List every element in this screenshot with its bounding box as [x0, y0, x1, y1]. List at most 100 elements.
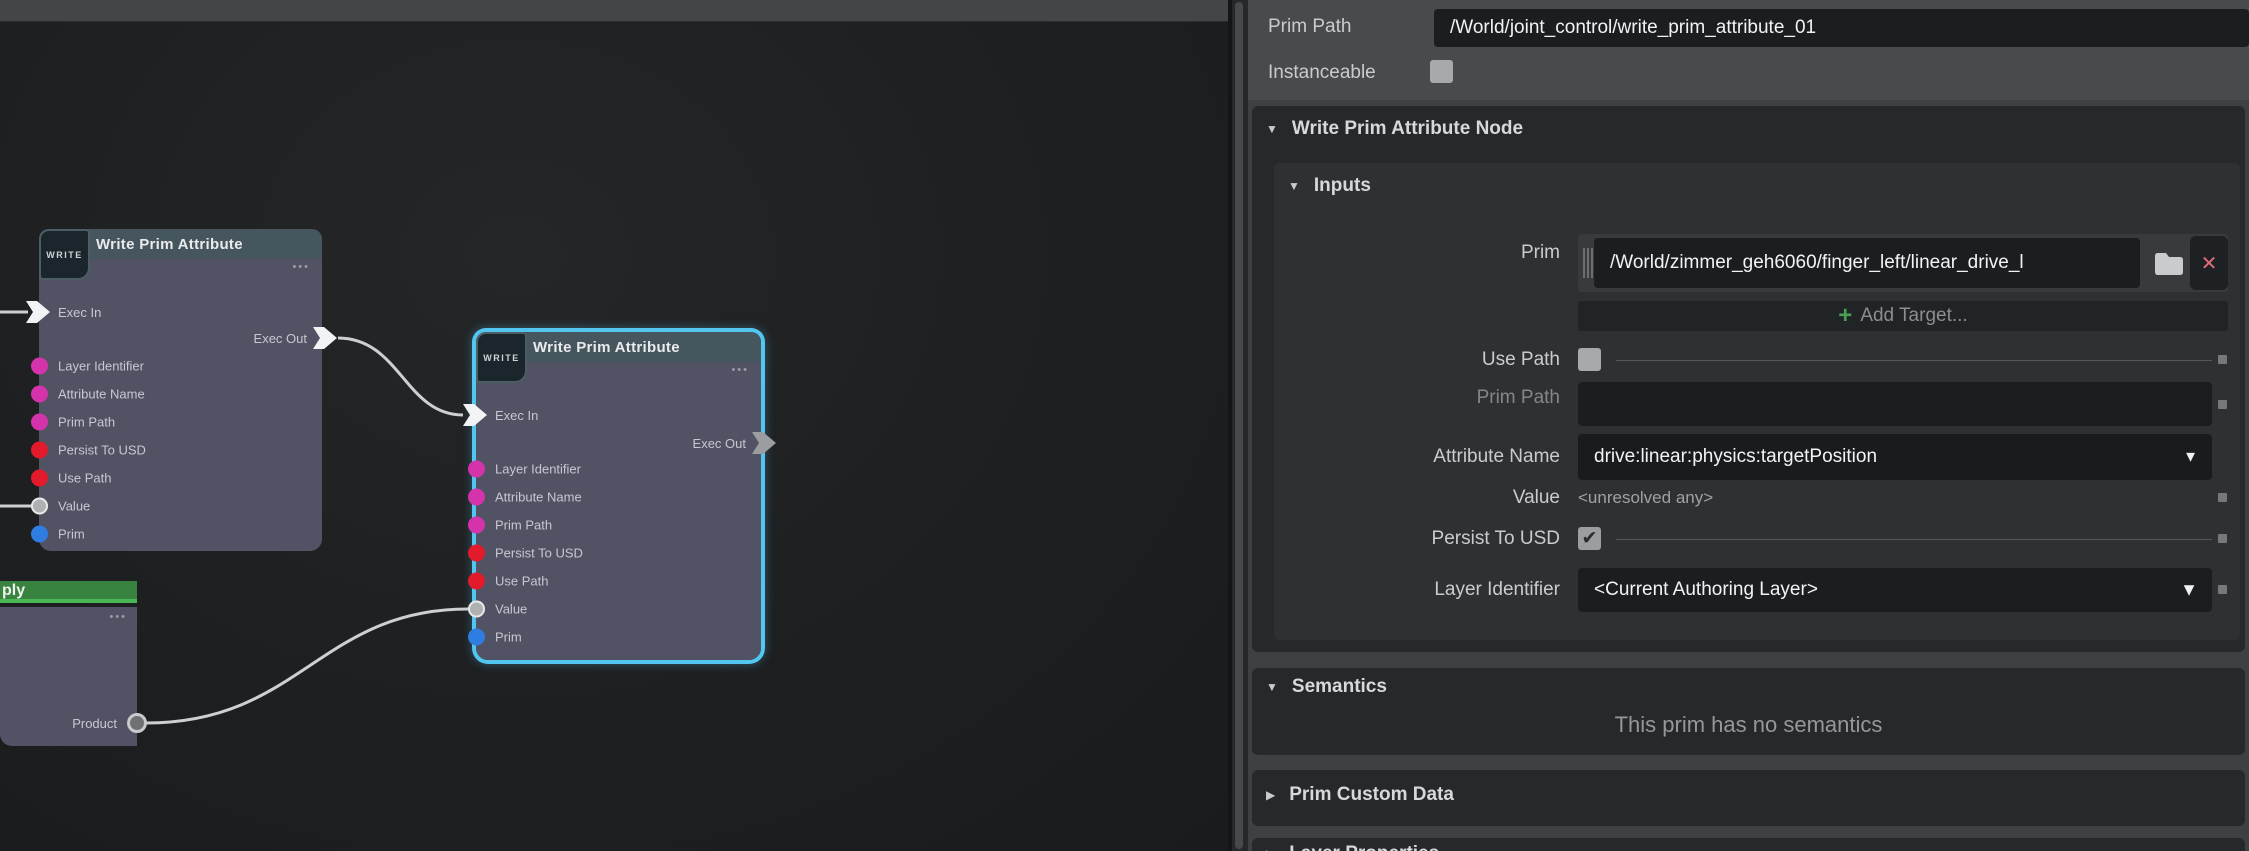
exec-arrow-icon	[313, 327, 339, 349]
check-icon: ✔	[1582, 529, 1598, 548]
collapse-arrow-icon[interactable]: ▼	[1288, 179, 1300, 193]
properties-panel: Prim Path /World/joint_control/write_pri…	[1248, 0, 2249, 851]
port-persist-to-usd[interactable]: Persist To USD	[468, 545, 583, 562]
default-value-handle[interactable]	[2218, 585, 2227, 594]
port-persist-to-usd[interactable]: Persist To USD	[31, 442, 146, 459]
node-multiply-partial[interactable]: ply ••• Product	[0, 581, 137, 746]
node-write-prim-attribute-1[interactable]: WRITE Write Prim Attribute ••• Exec In E…	[39, 229, 322, 551]
attribute-name-label: Attribute Name	[1274, 446, 1560, 468]
section-header[interactable]: ▼ Write Prim Attribute Node	[1266, 118, 1523, 140]
row-divider	[1616, 360, 2212, 361]
panel-scrollbar[interactable]	[1232, 0, 1248, 851]
value-display: <unresolved any>	[1578, 487, 1713, 509]
port-pin[interactable]	[468, 545, 485, 562]
exec-out-pin[interactable]: Exec Out	[254, 327, 339, 349]
port-pin[interactable]	[468, 461, 485, 478]
port-value[interactable]: Value	[468, 601, 527, 618]
chevron-down-icon[interactable]: ▼	[2180, 580, 2198, 601]
section-bottom-clipped: ▶ Layer Properties	[1252, 838, 2245, 851]
collapse-arrow-icon[interactable]: ▼	[1266, 680, 1278, 694]
port-attribute-name[interactable]: Attribute Name	[31, 386, 145, 403]
port-product[interactable]: Product	[72, 713, 147, 733]
port-pin[interactable]	[468, 601, 485, 618]
exec-in-pin[interactable]: Exec In	[26, 301, 101, 323]
collapse-arrow-icon[interactable]: ▶	[1266, 788, 1275, 802]
exec-arrow-icon	[752, 432, 778, 454]
prim-target-field[interactable]: /World/zimmer_geh6060/finger_left/linear…	[1594, 238, 2140, 288]
collapse-arrow-icon[interactable]: ▶	[1266, 847, 1275, 851]
scrollbar-thumb[interactable]	[1235, 2, 1243, 849]
remove-target-button[interactable]: ✕	[2190, 236, 2228, 290]
port-pin[interactable]	[127, 713, 147, 733]
port-pin[interactable]	[468, 489, 485, 506]
exec-in-pin[interactable]: Exec In	[463, 404, 538, 426]
section-semantics: ▼ Semantics This prim has no semantics	[1252, 668, 2245, 755]
section-title: Write Prim Attribute Node	[1292, 118, 1523, 140]
exec-in-label: Exec In	[58, 305, 101, 320]
port-pin[interactable]	[468, 629, 485, 646]
folder-icon	[2154, 250, 2184, 276]
node-title: ply	[2, 582, 25, 600]
port-pin[interactable]	[31, 526, 48, 543]
layer-identifier-dropdown[interactable]: <Current Authoring Layer> ▼	[1578, 568, 2212, 612]
chevron-down-icon[interactable]: ▼	[2183, 449, 2198, 466]
browse-prim-button[interactable]	[2150, 244, 2188, 282]
default-value-handle[interactable]	[2218, 493, 2227, 502]
port-pin[interactable]	[31, 386, 48, 403]
attribute-name-dropdown[interactable]: drive:linear:physics:targetPosition ▼	[1578, 434, 2212, 480]
persist-to-usd-checkbox[interactable]: ✔	[1578, 527, 1601, 550]
write-badge-label: WRITE	[46, 250, 83, 260]
exec-arrow-icon	[463, 404, 489, 426]
port-use-path[interactable]: Use Path	[468, 573, 548, 590]
node-menu-dots[interactable]: •••	[292, 261, 310, 273]
port-layer-identifier[interactable]: Layer Identifier	[31, 358, 144, 375]
graph-canvas[interactable]: WRITE Write Prim Attribute ••• Exec In E…	[0, 0, 1228, 851]
exec-out-pin[interactable]: Exec Out	[693, 432, 778, 454]
port-pin[interactable]	[31, 470, 48, 487]
inputs-subsection: ▼ Inputs Prim /World/zimmer_geh6060/fing…	[1274, 163, 2240, 640]
port-use-path[interactable]: Use Path	[31, 470, 111, 487]
exec-in-label: Exec In	[495, 408, 538, 423]
prim-path-field[interactable]: /World/joint_control/write_prim_attribut…	[1434, 9, 2249, 47]
port-prim[interactable]: Prim	[468, 629, 522, 646]
section-title: Semantics	[1292, 676, 1387, 698]
section-header[interactable]: ▶ Layer Properties	[1266, 843, 1439, 851]
collapse-arrow-icon[interactable]: ▼	[1266, 122, 1278, 136]
inputs-title: Inputs	[1314, 175, 1371, 197]
node-menu-dots[interactable]: •••	[731, 364, 749, 376]
port-pin[interactable]	[468, 573, 485, 590]
node-write-prim-attribute-2-selected[interactable]: WRITE Write Prim Attribute ••• Exec In E…	[476, 332, 761, 660]
port-pin[interactable]	[31, 442, 48, 459]
use-path-checkbox[interactable]	[1578, 348, 1601, 371]
default-value-handle[interactable]	[2218, 355, 2227, 364]
use-path-label: Use Path	[1274, 349, 1560, 371]
add-target-button[interactable]: + Add Target...	[1578, 301, 2228, 331]
port-prim-path[interactable]: Prim Path	[31, 414, 115, 431]
node-menu-dots[interactable]: •••	[109, 611, 127, 623]
instanceable-checkbox[interactable]	[1430, 60, 1453, 83]
prim-path-label: Prim Path	[1268, 16, 1351, 38]
section-prim-custom-data: ▶ Prim Custom Data	[1252, 770, 2245, 826]
node-header[interactable]: ply	[0, 581, 137, 603]
section-header[interactable]: ▶ Prim Custom Data	[1266, 784, 1454, 806]
port-pin[interactable]	[31, 414, 48, 431]
row-divider	[1616, 539, 2212, 540]
default-value-handle[interactable]	[2218, 534, 2227, 543]
port-prim-path[interactable]: Prim Path	[468, 517, 552, 534]
section-title: Layer Properties	[1289, 843, 1439, 851]
write-badge-label: WRITE	[483, 353, 520, 363]
instanceable-label: Instanceable	[1268, 62, 1376, 84]
prim-path-input	[1578, 382, 2212, 426]
port-layer-identifier[interactable]: Layer Identifier	[468, 461, 581, 478]
wire	[338, 338, 463, 415]
default-value-handle[interactable]	[2218, 400, 2227, 409]
inputs-header[interactable]: ▼ Inputs	[1288, 175, 1371, 197]
port-pin[interactable]	[31, 498, 48, 515]
section-write-prim-attribute-node: ▼ Write Prim Attribute Node ▼ Inputs Pri…	[1252, 106, 2245, 652]
port-value[interactable]: Value	[31, 498, 90, 515]
port-prim[interactable]: Prim	[31, 526, 85, 543]
port-pin[interactable]	[31, 358, 48, 375]
section-header[interactable]: ▼ Semantics	[1266, 676, 1387, 698]
port-pin[interactable]	[468, 517, 485, 534]
port-attribute-name[interactable]: Attribute Name	[468, 489, 582, 506]
